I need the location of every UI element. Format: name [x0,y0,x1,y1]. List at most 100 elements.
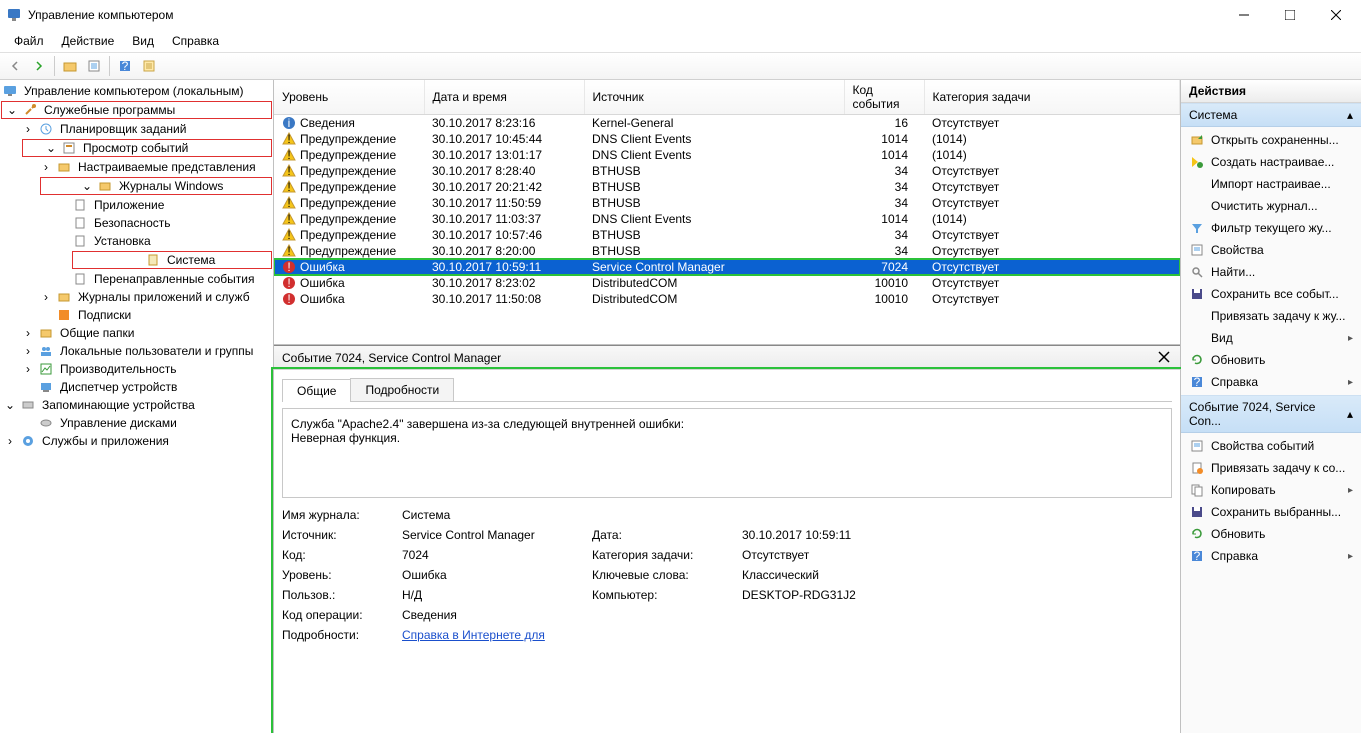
table-row[interactable]: !Предупреждение30.10.2017 8:28:40BTHUSB3… [274,163,1180,179]
menu-view[interactable]: Вид [124,32,162,50]
collapse-icon: ▴ [1347,407,1353,421]
tree-device-manager[interactable]: Диспетчер устройств [0,378,273,396]
tree-log-application[interactable]: Приложение [0,196,273,214]
action-item[interactable]: Обновить [1181,349,1361,371]
tree-disk-management[interactable]: Управление дисками [0,414,273,432]
log-icon [145,252,161,268]
tree-log-setup[interactable]: Установка [0,232,273,250]
table-row[interactable]: !Ошибка30.10.2017 11:50:08DistributedCOM… [274,291,1180,307]
maximize-button[interactable] [1267,0,1313,30]
perf-icon [38,361,54,377]
actions-section-event[interactable]: Событие 7024, Service Con...▴ [1181,395,1361,433]
rss-icon [56,307,72,323]
folder-icon [97,178,113,194]
menu-help[interactable]: Справка [164,32,227,50]
tree-custom-views[interactable]: › Настраиваемые представления [0,158,273,176]
menu-file[interactable]: Файл [6,32,52,50]
table-row[interactable]: !Предупреждение30.10.2017 10:45:44DNS Cl… [274,131,1180,147]
action-item[interactable]: Свойства событий [1181,435,1361,457]
tree-storage[interactable]: ⌄ Запоминающие устройства [0,396,273,414]
action-item[interactable]: Сохранить выбранны... [1181,501,1361,523]
expander-icon[interactable]: ⌄ [6,104,18,116]
tree-local-users[interactable]: › Локальные пользователи и группы [0,342,273,360]
none-icon [1189,176,1205,192]
close-icon[interactable] [1158,351,1172,365]
tree-scheduler[interactable]: › Планировщик заданий [0,120,273,138]
nav-forward-button[interactable] [28,55,50,77]
table-row[interactable]: !Предупреждение30.10.2017 8:20:00BTHUSB3… [274,243,1180,259]
action-item[interactable]: Фильтр текущего жу... [1181,217,1361,239]
action-item[interactable]: Привязать задачу к со... [1181,457,1361,479]
col-category[interactable]: Категория задачи [924,80,1180,115]
properties-button[interactable] [83,55,105,77]
tree-windows-logs[interactable]: ⌄ Журналы Windows [40,177,272,195]
action-item[interactable]: Обновить [1181,523,1361,545]
table-row[interactable]: !Ошибка30.10.2017 8:23:02DistributedCOM1… [274,275,1180,291]
close-button[interactable] [1313,0,1359,30]
tree-log-security[interactable]: Безопасность [0,214,273,232]
action-item[interactable]: Копировать▸ [1181,479,1361,501]
action-item[interactable]: Создать настраивае... [1181,151,1361,173]
minimize-button[interactable] [1221,0,1267,30]
table-row[interactable]: !Ошибка30.10.2017 10:59:11Service Contro… [274,259,1180,275]
tree-services-apps[interactable]: › Службы и приложения [0,432,273,450]
tree-root[interactable]: Управление компьютером (локальным) [0,82,273,100]
svg-text:!: ! [287,196,290,210]
folder-button[interactable] [59,55,81,77]
action-item[interactable]: Импорт настраивае... [1181,173,1361,195]
svg-text:!: ! [287,244,290,258]
action-item[interactable]: Вид▸ [1181,327,1361,349]
tree-app-services-logs[interactable]: › Журналы приложений и служб [0,288,273,306]
action-item[interactable]: Найти... [1181,261,1361,283]
table-row[interactable]: !Предупреждение30.10.2017 11:03:37DNS Cl… [274,211,1180,227]
action-item[interactable]: Привязать задачу к жу... [1181,305,1361,327]
actions-section-system[interactable]: Система▴ [1181,103,1361,127]
nav-back-button[interactable] [4,55,26,77]
tree-subscriptions[interactable]: Подписки [0,306,273,324]
table-row[interactable]: !Предупреждение30.10.2017 10:57:46BTHUSB… [274,227,1180,243]
table-row[interactable]: !Предупреждение30.10.2017 13:01:17DNS Cl… [274,147,1180,163]
expander-icon[interactable]: › [40,161,52,173]
table-row[interactable]: iСведения30.10.2017 8:23:16Kernel-Genera… [274,115,1180,132]
tree-log-system[interactable]: Система [72,251,272,269]
expander-icon[interactable]: › [40,291,52,303]
help-button[interactable]: ? [114,55,136,77]
col-date[interactable]: Дата и время [424,80,584,115]
table-row[interactable]: !Предупреждение30.10.2017 20:21:42BTHUSB… [274,179,1180,195]
expander-icon[interactable]: › [22,123,34,135]
action-item[interactable]: Очистить журнал... [1181,195,1361,217]
expander-icon[interactable]: ⌄ [4,399,16,411]
event-list[interactable]: Уровень Дата и время Источник Код событи… [274,80,1180,345]
col-id[interactable]: Код события [844,80,924,115]
tree-log-forwarded[interactable]: Перенаправленные события [0,270,273,288]
action-item[interactable]: ?Справка▸ [1181,371,1361,393]
expander-icon[interactable]: › [22,345,34,357]
tools-icon [22,102,38,118]
col-source[interactable]: Источник [584,80,844,115]
tree-event-viewer[interactable]: ⌄ Просмотр событий [22,139,272,157]
svg-text:!: ! [287,148,290,162]
tab-details[interactable]: Подробности [350,378,454,401]
tree-shared-folders[interactable]: › Общие папки [0,324,273,342]
tree-utilities[interactable]: ⌄ Служебные программы [1,101,272,119]
list-button[interactable] [138,55,160,77]
table-row[interactable]: !Предупреждение30.10.2017 11:50:59BTHUSB… [274,195,1180,211]
action-item[interactable]: Свойства [1181,239,1361,261]
action-item[interactable]: Сохранить все событ... [1181,283,1361,305]
action-item[interactable]: ?Справка▸ [1181,545,1361,567]
expander-icon[interactable]: › [22,327,34,339]
computer-icon [2,83,18,99]
expander-icon[interactable]: ⌄ [45,142,57,154]
log-icon [72,233,88,249]
menu-action[interactable]: Действие [54,32,123,50]
expander-icon[interactable]: ⌄ [81,180,93,192]
col-level[interactable]: Уровень [274,80,424,115]
expander-icon[interactable]: › [4,435,16,447]
tree-panel[interactable]: Управление компьютером (локальным) ⌄ Слу… [0,80,274,733]
action-item[interactable]: Открыть сохраненны... [1181,129,1361,151]
tree-performance[interactable]: › Производительность [0,360,273,378]
tab-general[interactable]: Общие [282,379,351,402]
expander-icon[interactable]: › [22,363,34,375]
warn-icon: ! [282,196,296,210]
online-help-link[interactable]: Справка в Интернете для [402,628,545,642]
